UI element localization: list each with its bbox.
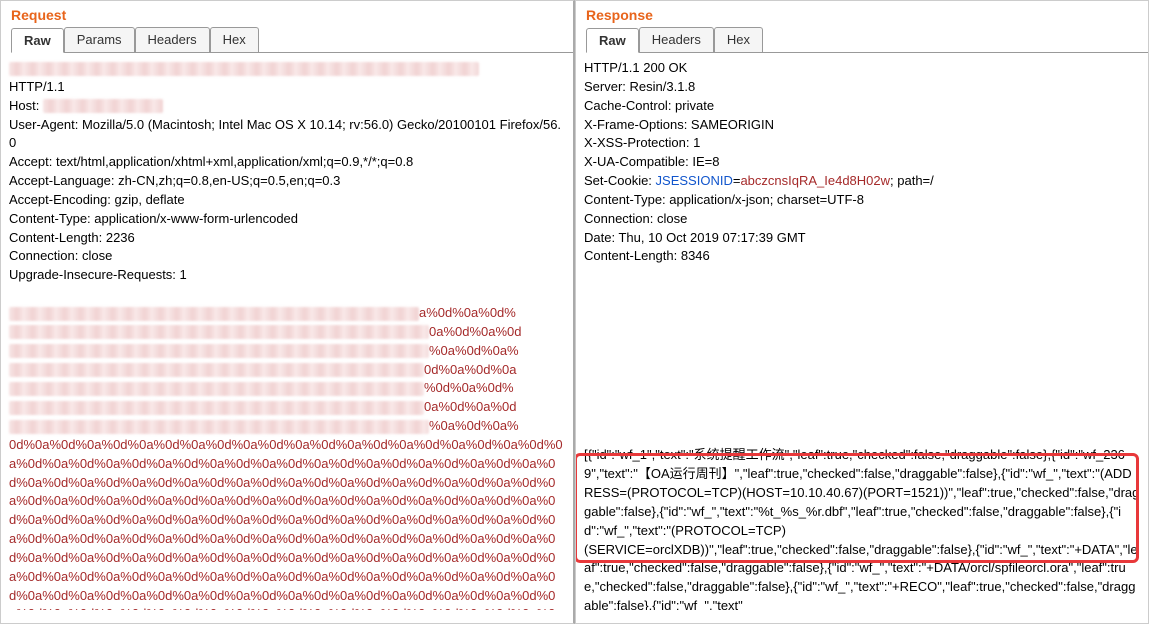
request-line: Accept-Encoding: gzip, deflate <box>9 191 565 210</box>
response-line: Server: Resin/3.1.8 <box>584 78 1140 97</box>
request-body-row: %0d%0a%0d% <box>9 379 565 398</box>
response-line: Content-Length: 8346 <box>584 247 1140 266</box>
tab-headers-resp[interactable]: Headers <box>639 27 714 52</box>
response-json-rest: (SERVICE=orclXDB))","leaf":true,"checked… <box>584 541 1140 611</box>
response-line: HTTP/1.1 200 OK <box>584 59 1140 78</box>
tab-raw[interactable]: Raw <box>11 28 64 53</box>
request-line: Content-Length: 2236 <box>9 229 565 248</box>
response-title: Response <box>576 1 1148 27</box>
tab-raw-resp[interactable]: Raw <box>586 28 639 53</box>
request-title: Request <box>1 1 573 27</box>
response-pane: Response Raw Headers Hex HTTP/1.1 200 OK… <box>575 0 1149 624</box>
request-body-row: 0a%0d%0a%0d <box>9 323 565 342</box>
request-line: Upgrade-Insecure-Requests: 1 <box>9 266 565 285</box>
response-body[interactable]: HTTP/1.1 200 OKServer: Resin/3.1.8Cache-… <box>576 53 1148 610</box>
response-line: Set-Cookie: JSESSIONID=abczcnsIqRA_Ie4d8… <box>584 172 1140 191</box>
request-body-row: 0a%0d%0a%0d <box>9 398 565 417</box>
response-tabs: Raw Headers Hex <box>586 27 1148 53</box>
request-body-row: a%0d%0a%0d% <box>9 304 565 323</box>
tab-hex[interactable]: Hex <box>210 27 259 52</box>
tab-params[interactable]: Params <box>64 27 135 52</box>
request-line: Host: <box>9 97 565 116</box>
request-body-row: %0a%0d%0a% <box>9 342 565 361</box>
response-line: Date: Thu, 10 Oct 2019 07:17:39 GMT <box>584 229 1140 248</box>
request-body-row: 0d%0a%0d%0a <box>9 361 565 380</box>
response-line: Content-Type: application/x-json; charse… <box>584 191 1140 210</box>
response-line: X-UA-Compatible: IE=8 <box>584 153 1140 172</box>
response-line: Cache-Control: private <box>584 97 1140 116</box>
response-line: X-Frame-Options: SAMEORIGIN <box>584 116 1140 135</box>
request-body-wrap: 0d%0a%0d%0a%0d%0a%0d%0a%0d%0a%0d%0a%0d%0… <box>9 436 565 610</box>
request-pane: Request Raw Params Headers Hex HTTP/1.1H… <box>0 0 575 624</box>
tab-headers[interactable]: Headers <box>135 27 210 52</box>
request-line: Accept: text/html,application/xhtml+xml,… <box>9 153 565 172</box>
tab-hex-resp[interactable]: Hex <box>714 27 763 52</box>
request-line: Content-Type: application/x-www-form-url… <box>9 210 565 229</box>
request-line: User-Agent: Mozilla/5.0 (Macintosh; Inte… <box>9 116 565 154</box>
request-tabs: Raw Params Headers Hex <box>11 27 573 53</box>
request-line <box>9 59 565 78</box>
response-json-highlighted: [{"id":"wf_1","text":"系统提醒工作流","leaf":tr… <box>584 446 1140 540</box>
response-line: X-XSS-Protection: 1 <box>584 134 1140 153</box>
request-body-row: %0a%0d%0a% <box>9 417 565 436</box>
request-line: Connection: close <box>9 247 565 266</box>
request-line: HTTP/1.1 <box>9 78 565 97</box>
request-line: Accept-Language: zh-CN,zh;q=0.8,en-US;q=… <box>9 172 565 191</box>
response-line: Connection: close <box>584 210 1140 229</box>
request-body[interactable]: HTTP/1.1Host: User-Agent: Mozilla/5.0 (M… <box>1 53 573 610</box>
